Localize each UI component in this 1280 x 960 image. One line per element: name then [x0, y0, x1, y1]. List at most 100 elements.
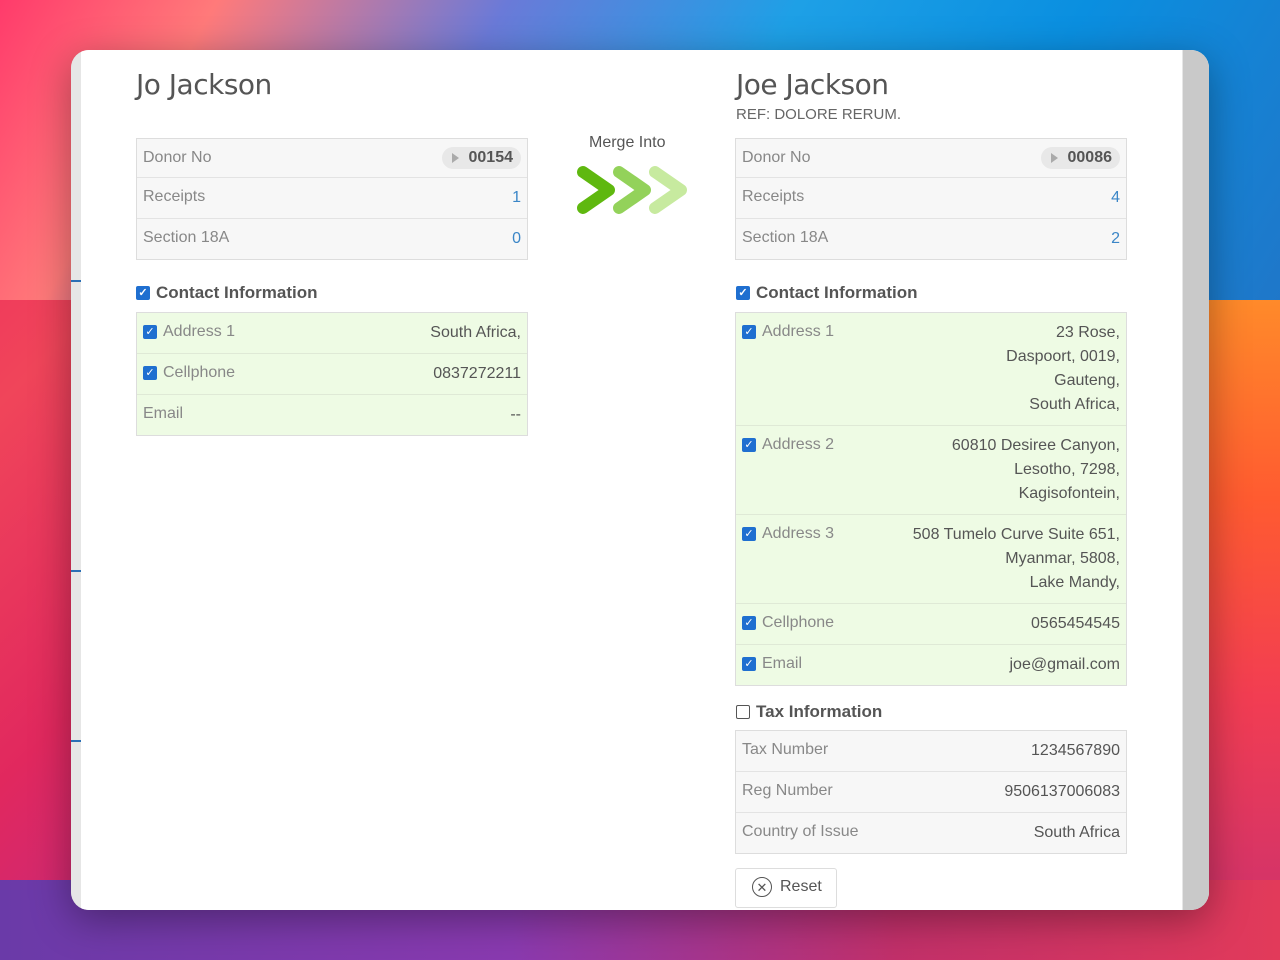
table-row: ✓ Address 3 508 Tumelo Curve Suite 651, M… — [736, 514, 1126, 603]
address1-checkbox[interactable]: ✓ — [742, 325, 756, 339]
tax-number-label: Tax Number — [742, 741, 829, 758]
address1-value: 23 Rose, Daspoort, 0019, Gauteng, South … — [1006, 321, 1120, 417]
reg-number-label: Reg Number — [742, 782, 833, 799]
email-label: Email — [143, 405, 184, 422]
target-contact-table: ✓ Address 1 23 Rose, Daspoort, 0019, Gaut… — [735, 312, 1127, 686]
reset-button[interactable]: ✕ Reset — [735, 868, 837, 908]
email-checkbox[interactable]: ✓ — [742, 657, 756, 671]
table-row: ✓ Address 1 South Africa, — [137, 313, 527, 353]
target-tax-heading: Tax Information — [736, 702, 882, 722]
source-summary-table: Donor No 00154 Receipts 1 Section 18A 0 — [136, 138, 528, 260]
address-line: Kagisofontein, — [1018, 485, 1120, 502]
reset-label: Reset — [780, 878, 822, 895]
address2-checkbox[interactable]: ✓ — [742, 438, 756, 452]
receipts-count-link[interactable]: 4 — [1111, 186, 1120, 210]
contact-heading-label: Contact Information — [156, 283, 318, 302]
cellphone-value: 0565454545 — [1031, 615, 1120, 632]
email-label: Email — [762, 655, 803, 672]
merge-donor-modal: Jo Jackson Donor No 00154 Receipts 1 Sec… — [81, 50, 1182, 910]
donor-no-label: Donor No — [143, 149, 212, 166]
contact-section-checkbox[interactable]: ✓ — [736, 286, 750, 300]
donor-no-value: 00086 — [1067, 149, 1113, 166]
section18a-label: Section 18A — [143, 229, 230, 246]
contact-heading-label: Contact Information — [756, 283, 918, 302]
cellphone-checkbox[interactable]: ✓ — [742, 616, 756, 630]
address3-label: Address 3 — [762, 525, 835, 542]
source-contact-table: ✓ Address 1 South Africa, ✓ Cellphone 0837… — [136, 312, 528, 436]
target-contact-heading: ✓ Contact Information — [736, 283, 918, 303]
table-row: Email -- — [137, 394, 527, 435]
country-of-issue-value: South Africa — [1033, 824, 1120, 841]
table-row: ✓ Address 2 60810 Desiree Canyon, Lesotho… — [736, 425, 1126, 514]
address1-label: Address 1 — [163, 323, 236, 340]
section18a-count-link[interactable]: 2 — [1111, 227, 1120, 251]
table-row: Reg Number 9506137006083 — [736, 771, 1126, 812]
address-line: Gauteng, — [1054, 372, 1120, 389]
close-circle-icon: ✕ — [752, 877, 772, 897]
address-line: 60810 Desiree Canyon, — [951, 437, 1120, 454]
receipts-label: Receipts — [143, 188, 206, 205]
cellphone-label: Cellphone — [163, 364, 236, 381]
address-line: Daspoort, 0019, — [1006, 348, 1120, 365]
play-icon — [451, 153, 459, 163]
table-row: Section 18A 2 — [736, 218, 1126, 259]
reg-number-value: 9506137006083 — [1004, 783, 1120, 800]
merge-into-label: Merge Into — [589, 134, 666, 151]
table-row: ✓ Email joe@gmail.com — [736, 644, 1126, 685]
table-row: Receipts 4 — [736, 177, 1126, 218]
contact-section-checkbox[interactable]: ✓ — [136, 286, 150, 300]
donor-no-badge[interactable]: 00086 — [1040, 147, 1120, 169]
address1-value: South Africa, — [430, 324, 521, 341]
cellphone-label: Cellphone — [762, 614, 835, 631]
table-row: ✓ Cellphone 0565454545 — [736, 603, 1126, 644]
table-row: Donor No 00086 — [736, 139, 1126, 177]
background-fragment — [71, 740, 81, 742]
target-donor-name: Joe Jackson — [736, 68, 889, 101]
address-line: Lesotho, 7298, — [1014, 461, 1120, 478]
address1-checkbox[interactable]: ✓ — [143, 325, 157, 339]
email-value: -- — [510, 406, 521, 423]
address-line: Lake Mandy, — [1029, 574, 1120, 591]
table-row: Donor No 00154 — [137, 139, 527, 177]
address2-value: 60810 Desiree Canyon, Lesotho, 7298, Kag… — [952, 434, 1120, 506]
tax-heading-label: Tax Information — [756, 702, 883, 721]
address-line: Myanmar, 5808, — [1005, 550, 1120, 567]
receipts-label: Receipts — [742, 188, 805, 205]
address-line: 508 Tumelo Curve Suite 651, — [912, 526, 1120, 543]
merge-arrows-icon — [577, 166, 687, 214]
section18a-label: Section 18A — [742, 229, 829, 246]
source-donor-name: Jo Jackson — [136, 68, 272, 101]
address-line: 23 Rose, — [1055, 324, 1120, 341]
table-row: Section 18A 0 — [137, 218, 527, 259]
address3-checkbox[interactable]: ✓ — [742, 527, 756, 541]
section18a-count-link[interactable]: 0 — [512, 227, 521, 251]
table-row: ✓ Cellphone 0837272211 — [137, 353, 527, 394]
donor-no-badge[interactable]: 00154 — [441, 147, 521, 169]
donor-no-value: 00154 — [468, 149, 514, 166]
email-value: joe@gmail.com — [1009, 656, 1121, 673]
table-row: Tax Number 1234567890 — [736, 731, 1126, 771]
address2-label: Address 2 — [762, 436, 835, 453]
target-tax-table: Tax Number 1234567890 Reg Number 9506137… — [735, 730, 1127, 854]
table-row: Receipts 1 — [137, 177, 527, 218]
background-scroll-strip — [1183, 50, 1209, 910]
app-window: Jo Jackson Donor No 00154 Receipts 1 Sec… — [71, 50, 1209, 910]
donor-no-label: Donor No — [742, 149, 811, 166]
address-line: South Africa, — [1029, 396, 1120, 413]
tax-number-value: 1234567890 — [1031, 742, 1120, 759]
cellphone-checkbox[interactable]: ✓ — [143, 366, 157, 380]
target-summary-table: Donor No 00086 Receipts 4 Section 18A 2 — [735, 138, 1127, 260]
table-row: ✓ Address 1 23 Rose, Daspoort, 0019, Gaut… — [736, 313, 1126, 425]
receipts-count-link[interactable]: 1 — [512, 186, 521, 210]
address3-value: 508 Tumelo Curve Suite 651, Myanmar, 580… — [913, 523, 1120, 595]
cellphone-value: 0837272211 — [433, 365, 521, 382]
table-row: Country of Issue South Africa — [736, 812, 1126, 853]
source-contact-heading: ✓ Contact Information — [136, 283, 318, 303]
address1-label: Address 1 — [762, 323, 835, 340]
play-icon — [1050, 153, 1058, 163]
target-donor-ref: REF: DOLORE RERUM. — [736, 106, 902, 123]
country-of-issue-label: Country of Issue — [742, 823, 859, 840]
background-fragment — [71, 570, 81, 572]
background-fragment — [71, 280, 81, 282]
tax-section-checkbox[interactable] — [736, 705, 750, 719]
